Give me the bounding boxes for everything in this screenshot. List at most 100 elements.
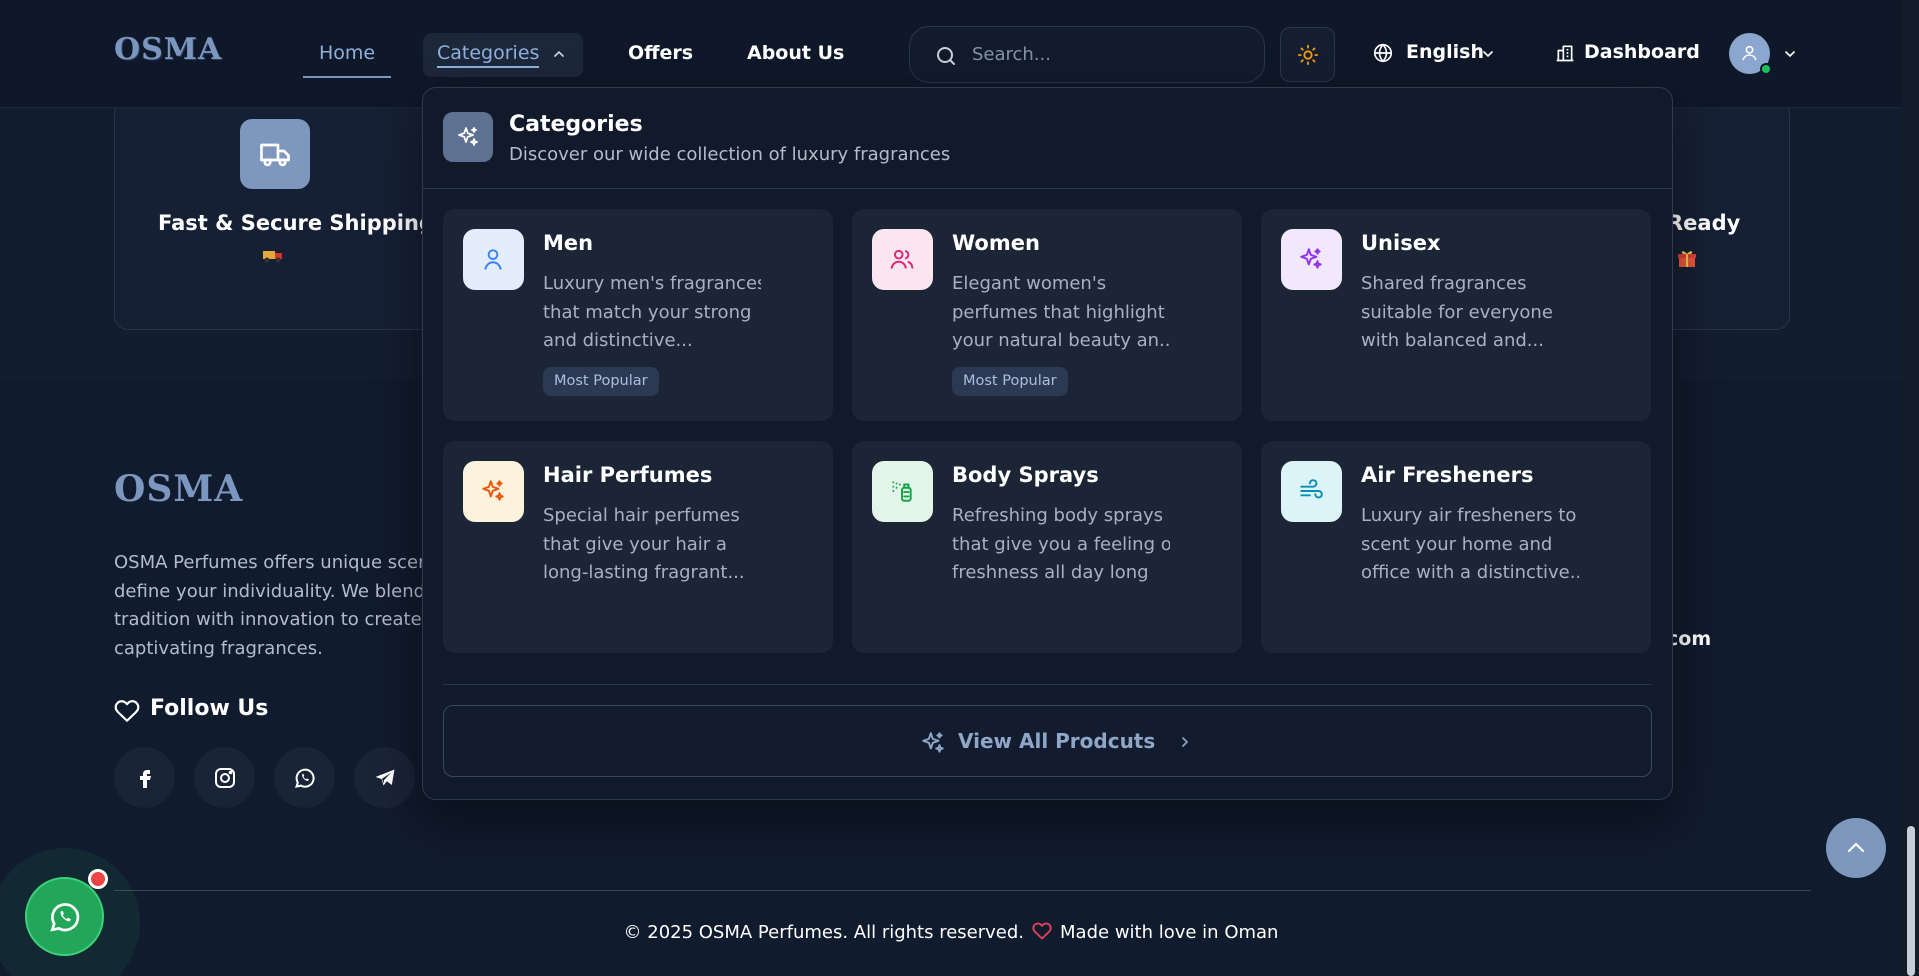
category-description: Luxury air fresheners to scent your home … <box>1361 502 1579 588</box>
online-status-dot <box>1760 63 1772 75</box>
category-description: Luxury men's fragrances that match your s… <box>543 270 761 356</box>
chevron-down-icon[interactable] <box>1782 46 1798 62</box>
user-icon <box>463 229 524 290</box>
dropdown-divider <box>443 684 1652 685</box>
category-description-line: that give your hair a <box>543 533 727 555</box>
most-popular-badge: Most Popular <box>543 367 659 396</box>
telegram-link[interactable] <box>354 747 415 808</box>
chevron-down-icon <box>1483 51 1493 58</box>
category-description-line: with balanced and... <box>1361 330 1544 351</box>
users-icon <box>872 229 933 290</box>
category-description: Elegant women's perfumes that highlight yo… <box>952 270 1170 356</box>
category-card-air-fresheners[interactable]: Air Fresheners Luxury air fresheners to sc… <box>1261 441 1651 653</box>
view-all-label: View All Prodcuts <box>958 729 1156 753</box>
most-popular-badge: Most Popular <box>952 367 1068 396</box>
sparkles-icon <box>463 461 524 522</box>
whatsapp-chat-button[interactable] <box>25 877 104 956</box>
category-description-line: that give you a feeling of <box>952 533 1170 555</box>
telegram-icon <box>375 769 395 786</box>
chevron-right-icon <box>1182 737 1189 747</box>
whatsapp-icon <box>295 768 315 788</box>
category-description-line: office with a distinctive... <box>1361 562 1579 583</box>
category-description-line: Special hair perfumes <box>543 505 740 526</box>
notification-badge <box>88 869 108 889</box>
copyright-text: © 2025 OSMA Perfumes. All rights reserve… <box>623 922 1025 943</box>
heart-icon <box>114 700 140 722</box>
footer-divider <box>114 890 1811 891</box>
facebook-link[interactable] <box>114 747 175 808</box>
scrollbar-thumb[interactable] <box>1907 826 1915 976</box>
sun-icon <box>1297 44 1319 66</box>
search-input[interactable]: Search... <box>909 26 1265 83</box>
nav-categories-label: Categories <box>437 42 540 68</box>
footer-desc-line: captivating fragrances. <box>114 637 323 659</box>
category-name: Hair Perfumes <box>543 463 713 487</box>
made-with-love-text: Made with love in Oman <box>1060 922 1279 943</box>
dashboard-label: Dashboard <box>1584 41 1700 63</box>
category-description-line: long-lasting fragrant... <box>543 562 745 583</box>
gift-emoji-icon <box>1677 248 1697 268</box>
heart-icon <box>1032 922 1052 940</box>
category-card-body-sprays[interactable]: Body Sprays Refreshing body sprays that gi… <box>852 441 1242 653</box>
view-all-products-button[interactable]: View All Prodcuts <box>443 705 1652 777</box>
truck-icon <box>240 119 310 189</box>
instagram-link[interactable] <box>194 747 255 808</box>
category-description-line: perfumes that highlight <box>952 301 1165 323</box>
ready-feature-title: Ready <box>1667 211 1741 235</box>
language-label: English <box>1406 41 1484 63</box>
wind-icon <box>1281 461 1342 522</box>
search-icon <box>937 47 955 65</box>
category-description-line: suitable for everyone <box>1361 301 1553 323</box>
user-avatar[interactable] <box>1729 33 1772 75</box>
spray-icon <box>872 461 933 522</box>
whatsapp-link[interactable] <box>274 747 335 808</box>
follow-us-label: Follow Us <box>150 696 269 721</box>
category-description-line: Elegant women's <box>952 273 1107 294</box>
category-name: Men <box>543 231 594 255</box>
facebook-icon <box>140 770 151 788</box>
scroll-to-top-button[interactable] <box>1826 818 1886 878</box>
footer-desc-line: OSMA Perfumes offers unique scent <box>114 552 437 573</box>
chevron-up-icon <box>554 50 564 57</box>
category-description-line: scent your home and <box>1361 533 1553 555</box>
sparkles-icon <box>1281 229 1342 290</box>
nav-home[interactable]: Home <box>303 42 391 78</box>
instagram-icon <box>215 768 235 788</box>
theme-toggle-button[interactable] <box>1280 27 1335 82</box>
dropdown-divider <box>423 188 1672 189</box>
search-placeholder: Search... <box>972 44 1052 65</box>
category-description-line: Shared fragrances <box>1361 273 1527 294</box>
nav-offers[interactable]: Offers <box>628 42 693 64</box>
building-icon <box>1556 45 1574 62</box>
sparkles-icon <box>922 732 944 753</box>
category-description-line: that match your strong <box>543 301 752 323</box>
category-name: Body Sprays <box>952 463 1099 487</box>
footer-logo: OSMA <box>114 468 244 510</box>
footer-desc-line: define your individuality. We blend <box>114 580 426 602</box>
shipping-feature-title: Fast & Secure Shipping <box>158 211 434 235</box>
category-card-women[interactable]: Women Elegant women's perfumes that highli… <box>852 209 1242 421</box>
sparkles-icon <box>443 112 493 162</box>
nav-categories[interactable]: Categories <box>423 33 583 77</box>
category-description-line: and distinctive... <box>543 330 693 351</box>
whatsapp-icon <box>50 903 80 932</box>
category-description-line: freshness all day long <box>952 562 1149 583</box>
contact-email-fragment[interactable]: com <box>1667 628 1711 650</box>
category-description-line: Luxury men's fragrances <box>543 273 761 294</box>
footer-desc-line: tradition with innovation to create <box>114 609 422 630</box>
category-card-men[interactable]: Men Luxury men's fragrances that match you… <box>443 209 833 421</box>
nav-about-us[interactable]: About Us <box>747 42 844 64</box>
site-logo[interactable]: OSMA <box>114 32 222 67</box>
category-name: Women <box>952 231 1040 255</box>
dropdown-title: Categories <box>509 112 643 137</box>
category-description-line: Refreshing body sprays <box>952 505 1164 526</box>
category-description: Shared fragrances suitable for everyone wi… <box>1361 270 1579 356</box>
page-scrollbar[interactable] <box>1902 0 1919 976</box>
copyright-line: © 2025 OSMA Perfumes. All rights reserve… <box>0 921 1902 943</box>
category-card-hair-perfumes[interactable]: Hair Perfumes Special hair perfumes that g… <box>443 441 833 653</box>
truck-emoji-icon <box>263 248 285 263</box>
globe-icon <box>1373 43 1393 63</box>
category-name: Air Fresheners <box>1361 463 1534 487</box>
category-card-unisex[interactable]: Unisex Shared fragrances suitable for ever… <box>1261 209 1651 421</box>
dropdown-subtitle: Discover our wide collection of luxury f… <box>509 144 951 165</box>
